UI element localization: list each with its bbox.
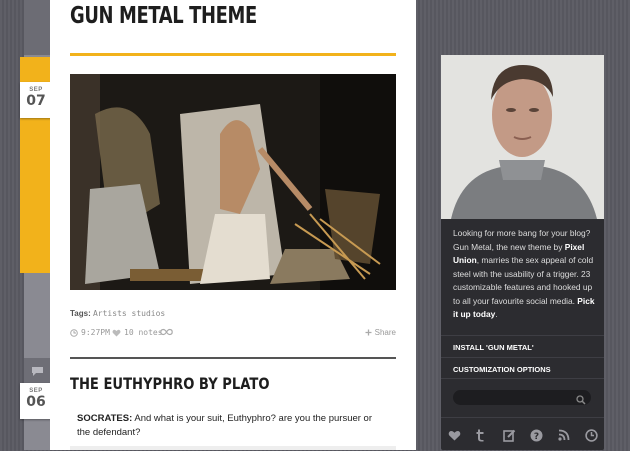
rss-icon[interactable] bbox=[557, 428, 571, 442]
post-divider bbox=[70, 357, 396, 359]
infinity-icon bbox=[160, 328, 173, 336]
share-button[interactable]: Share bbox=[365, 328, 396, 337]
search-box bbox=[453, 390, 591, 405]
title-divider bbox=[70, 53, 396, 56]
timeline-rail-top bbox=[24, 0, 50, 55]
permalink[interactable] bbox=[160, 328, 173, 336]
blog-title[interactable]: GUN METAL THEME bbox=[70, 0, 257, 32]
post-date-badge: SEP 07 bbox=[20, 82, 52, 118]
post-body: SOCRATES: And what is your suit, Euthyph… bbox=[77, 412, 377, 440]
install-link[interactable]: INSTALL 'GUN METAL' bbox=[441, 335, 604, 357]
tumblr-icon[interactable] bbox=[474, 428, 488, 442]
post-date-day: 06 bbox=[26, 394, 46, 410]
clock-icon bbox=[70, 328, 78, 337]
sidebar: Looking for more bang for your blog? Gun… bbox=[441, 55, 604, 450]
text-post-icon[interactable] bbox=[24, 358, 50, 384]
post-date-badge: SEP 06 bbox=[20, 383, 52, 419]
share-label: Share bbox=[374, 328, 396, 337]
heart-icon bbox=[112, 329, 121, 336]
dialogue-background bbox=[70, 446, 396, 450]
post-title[interactable]: THE EUTHYPHRO BY PLATO bbox=[70, 374, 269, 393]
plus-icon bbox=[365, 329, 372, 336]
tag-link[interactable]: Artists studios bbox=[93, 309, 165, 318]
clock-icon[interactable] bbox=[584, 428, 598, 442]
customization-link[interactable]: CUSTOMIZATION OPTIONS bbox=[441, 357, 604, 379]
social-icons: ? bbox=[441, 417, 604, 451]
post-notes[interactable]: 10 notes bbox=[112, 328, 163, 337]
author-portrait bbox=[441, 55, 604, 219]
about-text-end: . bbox=[495, 309, 498, 319]
edit-icon[interactable] bbox=[502, 428, 516, 442]
post-photo[interactable] bbox=[70, 74, 396, 290]
main-column: GUN METAL THEME Tags: Artists studios 9:… bbox=[50, 0, 416, 450]
heart-icon[interactable] bbox=[447, 428, 461, 442]
dialogue-speaker: SOCRATES: bbox=[77, 413, 133, 424]
post-date-day: 07 bbox=[26, 93, 46, 109]
about-text: Looking for more bang for your blog? Gun… bbox=[453, 227, 595, 322]
question-icon[interactable]: ? bbox=[529, 428, 543, 442]
post-tags: Tags: Artists studios bbox=[70, 309, 165, 318]
svg-text:?: ? bbox=[533, 432, 538, 442]
search-icon[interactable] bbox=[576, 392, 586, 410]
post-time[interactable]: 9:27PM bbox=[70, 328, 110, 337]
tags-label: Tags: bbox=[70, 309, 91, 318]
post-notes-text: 10 notes bbox=[124, 328, 163, 337]
post-time-text: 9:27PM bbox=[81, 328, 110, 337]
search-input[interactable] bbox=[461, 391, 571, 403]
